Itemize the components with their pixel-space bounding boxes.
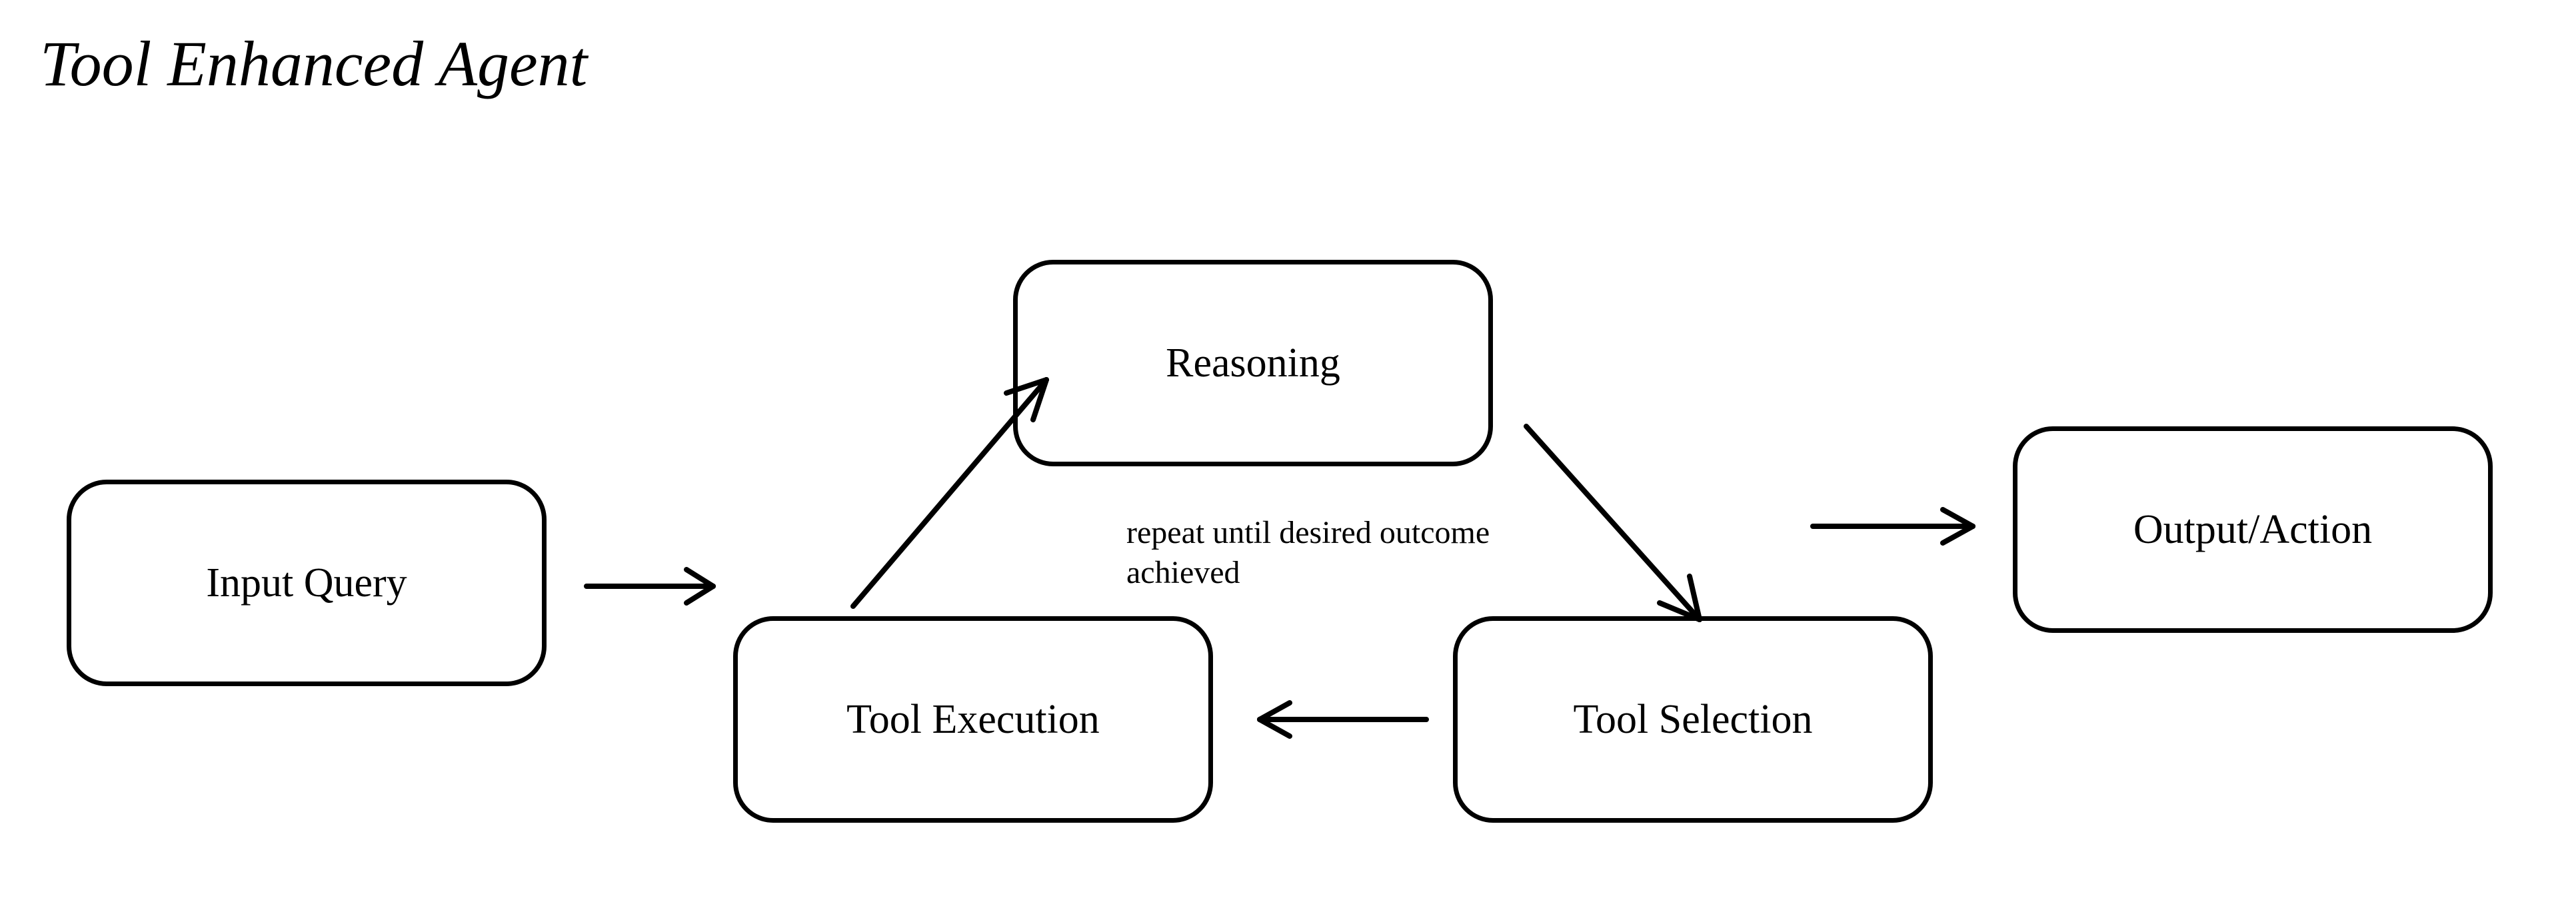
diagram-title: Tool Enhanced Agent [40, 27, 587, 101]
arrow-loop-to-output [1806, 500, 2006, 566]
loop-label: repeat until desired outcome achieved [1126, 513, 1500, 593]
node-reasoning: Reasoning [1013, 260, 1493, 466]
arrow-input-to-loop [580, 560, 753, 640]
arrow-toolsel-to-toolexec [1240, 693, 1440, 759]
node-tool-execution: Tool Execution [733, 616, 1213, 823]
node-tool-selection: Tool Selection [1453, 616, 1933, 823]
node-output-action: Output/Action [2013, 426, 2493, 633]
node-input-query: Input Query [67, 480, 547, 686]
